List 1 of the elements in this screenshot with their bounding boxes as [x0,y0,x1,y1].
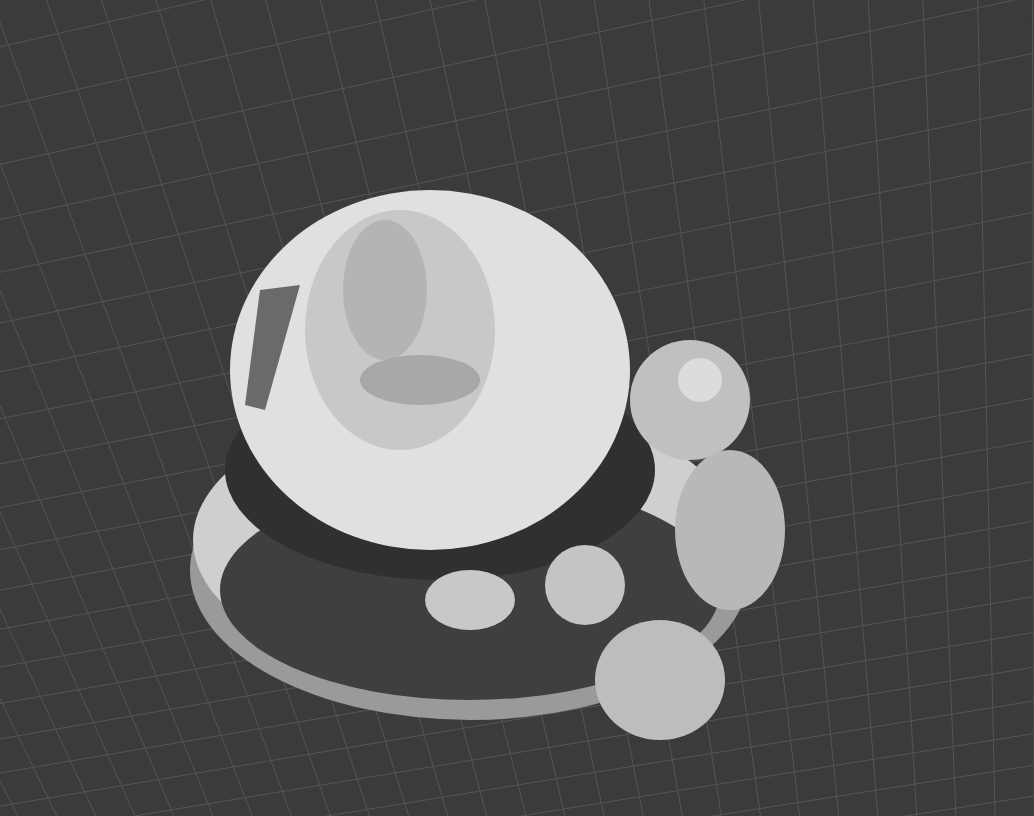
viewport[interactable] [0,0,1034,816]
